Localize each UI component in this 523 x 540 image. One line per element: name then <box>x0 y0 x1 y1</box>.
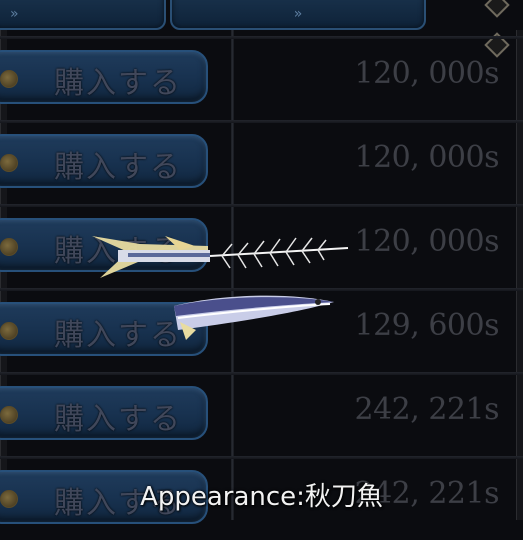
corner-ornament-icon <box>484 0 510 18</box>
buy-button-label: 購入する <box>54 402 182 437</box>
row-divider <box>0 204 523 207</box>
coin-icon <box>0 70 18 88</box>
row-divider <box>0 372 523 375</box>
coin-icon <box>0 238 18 256</box>
buy-button-label: 購入する <box>54 66 182 101</box>
shop-row: 購入する 129, 600s <box>0 288 523 372</box>
shop-row: 購入する 120, 000s <box>0 36 523 120</box>
buy-button[interactable]: 購入する <box>0 386 208 440</box>
next-page-button[interactable]: » <box>170 0 426 30</box>
shop-row: 購入する 120, 000s <box>0 120 523 204</box>
buy-button[interactable]: 購入する <box>0 302 208 356</box>
coin-icon <box>0 154 18 172</box>
row-divider <box>0 36 523 39</box>
buy-button[interactable]: 購入する <box>0 134 208 188</box>
appearance-caption: Appearance:秋刀魚 <box>140 482 383 512</box>
prev-page-button[interactable]: » <box>0 0 166 30</box>
row-divider <box>0 120 523 123</box>
prev-page-label: » <box>10 6 19 22</box>
next-page-label: » <box>293 6 303 22</box>
buy-button[interactable]: 購入する <box>0 50 208 104</box>
row-divider <box>0 456 523 459</box>
price: 129, 600s <box>354 308 500 343</box>
buy-button-label: 購入する <box>54 234 182 269</box>
buy-button-label: 購入する <box>54 318 182 353</box>
price: 120, 000s <box>354 224 500 259</box>
shop-screen: » » 購入する 120, 000s 購入する 120, 000s 購入する 1… <box>0 0 523 524</box>
buy-button[interactable]: 購入する <box>0 218 208 272</box>
coin-icon <box>0 406 18 424</box>
shop-row: 購入する 242, 221s <box>0 372 523 456</box>
price: 120, 000s <box>354 140 500 175</box>
row-divider <box>0 288 523 291</box>
price: 120, 000s <box>354 56 500 91</box>
price: 242, 221s <box>354 392 500 427</box>
buy-button-label: 購入する <box>54 150 182 185</box>
shop-row: 購入する 120, 000s <box>0 204 523 288</box>
coin-icon <box>0 322 18 340</box>
